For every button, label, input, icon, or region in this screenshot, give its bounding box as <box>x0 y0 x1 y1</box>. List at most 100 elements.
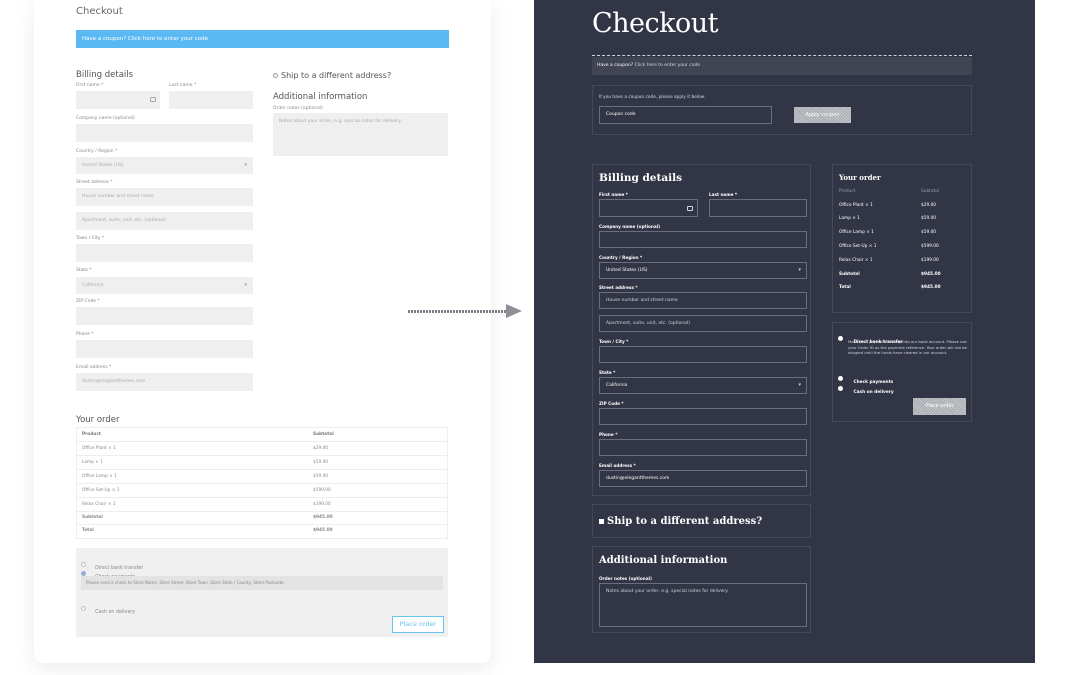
col-product: Product <box>839 189 856 194</box>
additional-title: Additional information <box>273 92 368 102</box>
billing-title: Billing details <box>76 70 134 80</box>
ship-radio[interactable] <box>273 73 278 78</box>
ship-checkbox[interactable] <box>599 519 604 524</box>
table-cell: $599.00 <box>921 244 939 249</box>
email-value: dustin@elegantthemes.com <box>82 379 146 384</box>
country-select[interactable]: United States (US) ▾ <box>599 262 807 279</box>
first-name-input[interactable] <box>76 91 160 109</box>
dark-checkout-panel: Checkout Have a coupon? Click here to en… <box>534 0 1035 663</box>
state-value: California <box>82 283 104 288</box>
table-cell: $945.00 <box>921 272 941 277</box>
state-value: California <box>606 383 628 388</box>
apply-coupon-button[interactable]: Apply coupon <box>794 107 851 123</box>
place-order-button[interactable]: Place order <box>392 616 444 633</box>
pay-check-info: Please send a check to Store Name, Store… <box>81 576 443 590</box>
coupon-help: If you have a coupon code, please apply … <box>599 95 706 100</box>
place-order-button[interactable]: Place order <box>913 398 966 415</box>
town-label: Town / City * <box>599 339 629 344</box>
country-value: United States (US) <box>606 268 648 273</box>
last-name-input[interactable] <box>709 199 807 217</box>
billing-title: Billing details <box>599 172 683 184</box>
table-cell: $59.00 <box>313 474 329 479</box>
town-label: Town / City * <box>76 236 105 241</box>
col-subtotal: Subtotal <box>921 189 940 194</box>
light-checkout-panel: Checkout Have a coupon? Click here to en… <box>34 0 491 663</box>
pay-cod-label: Cash on delivery <box>853 390 894 395</box>
payment-box: Direct bank transfer Make your payment d… <box>832 322 972 422</box>
order-table: Product Subtotal Office Plant × 1 $29.00… <box>76 427 448 539</box>
pay-cod-radio[interactable] <box>838 386 843 392</box>
order-notes-placeholder: Notes about your order, e.g. special not… <box>606 589 729 594</box>
email-input[interactable]: dustin@elegantthemes.com <box>76 373 253 391</box>
pay-cod-option[interactable]: Cash on delivery <box>838 380 894 398</box>
page-title: Checkout <box>76 6 123 17</box>
country-value: United States (US) <box>82 163 124 168</box>
your-order-box: Your order Product Subtotal Office Plant… <box>832 164 972 313</box>
state-select[interactable]: California <box>76 277 253 294</box>
table-cell: $945.00 <box>313 515 333 520</box>
town-input[interactable] <box>76 244 253 262</box>
order-notes-placeholder: Notes about your order, e.g. special not… <box>279 119 402 124</box>
town-input[interactable] <box>599 346 807 363</box>
table-cell: $29.00 <box>313 446 329 451</box>
street-input[interactable]: House number and street name <box>599 292 807 309</box>
table-row: Lamp × 1 <box>82 460 104 465</box>
your-order-title: Your order <box>839 173 881 182</box>
order-notes-label: Order notes (optional) <box>599 576 652 581</box>
state-label: State * <box>599 370 616 375</box>
coupon-notice[interactable]: Have a coupon? Click here to enter your … <box>76 30 449 48</box>
apartment-input[interactable]: Apartment, suite, unit, etc. (optional) <box>599 315 807 332</box>
apartment-placeholder: Apartment, suite, unit, etc. (optional) <box>82 218 166 223</box>
order-notes-textarea[interactable]: Notes about your order, e.g. special not… <box>599 583 807 627</box>
table-cell: $199.00 <box>921 258 939 263</box>
ship-different-checkbox[interactable]: Ship to a different address? <box>273 71 391 80</box>
pay-cod-radio[interactable] <box>81 606 86 611</box>
col-product: Product <box>82 432 101 437</box>
table-cell: $599.00 <box>313 488 331 493</box>
coupon-notice[interactable]: Have a coupon? Click here to enter your … <box>592 57 972 75</box>
last-name-input[interactable] <box>169 91 253 109</box>
first-name-label: First name * <box>76 83 104 88</box>
table-cell: $29.00 <box>921 203 937 208</box>
your-order-title: Your order <box>76 415 120 425</box>
arrow-right-icon <box>506 304 522 318</box>
pay-bank-radio[interactable] <box>838 336 843 342</box>
zip-input[interactable] <box>76 307 253 325</box>
email-label: Email address * <box>76 365 112 370</box>
coupon-link[interactable]: Click here to enter your code <box>635 63 701 68</box>
first-name-label: First name * <box>599 192 628 197</box>
order-notes-textarea[interactable]: Notes about your order, e.g. special not… <box>273 113 448 156</box>
email-input[interactable]: dustin@elegantthemes.com <box>599 470 807 487</box>
state-select[interactable]: California ▾ <box>599 377 807 394</box>
street-input[interactable]: House number and street name <box>76 188 253 206</box>
company-label: Company name (optional) <box>76 116 135 121</box>
company-input[interactable] <box>76 124 253 142</box>
coupon-question: Have a coupon? <box>597 63 634 68</box>
pay-cod-option[interactable]: Cash on delivery <box>81 598 135 617</box>
phone-input[interactable] <box>76 340 253 358</box>
apartment-input[interactable]: Apartment, suite, unit, etc. (optional) <box>76 212 253 230</box>
table-row: Total <box>82 528 94 533</box>
company-input[interactable] <box>599 231 807 248</box>
table-row: Office Plant × 1 <box>839 203 873 208</box>
pay-bank-description: Make your payment directly into our bank… <box>848 339 967 355</box>
table-cell: $59.00 <box>313 460 329 465</box>
contact-card-icon <box>687 206 693 211</box>
page-title: Checkout <box>592 8 719 39</box>
country-select[interactable]: United States (US) <box>76 157 253 174</box>
email-value: dustin@elegantthemes.com <box>606 476 670 481</box>
phone-input[interactable] <box>599 439 807 456</box>
coupon-input[interactable]: Coupon code <box>599 106 772 124</box>
additional-title: Additional information <box>599 555 728 566</box>
street-label: Street address * <box>76 180 113 185</box>
first-name-input[interactable] <box>599 199 698 217</box>
zip-input[interactable] <box>599 408 807 425</box>
table-row: Office Plant × 1 <box>82 446 116 451</box>
ship-different-checkbox[interactable]: Ship to a different address? <box>599 516 762 527</box>
arrow-line <box>408 310 508 313</box>
table-row: Total <box>839 285 851 290</box>
coupon-placeholder: Coupon code <box>606 112 636 117</box>
zip-label: ZIP Code * <box>76 299 100 304</box>
coupon-box: If you have a coupon code, please apply … <box>592 85 972 135</box>
street-placeholder: House number and street name <box>82 194 154 199</box>
